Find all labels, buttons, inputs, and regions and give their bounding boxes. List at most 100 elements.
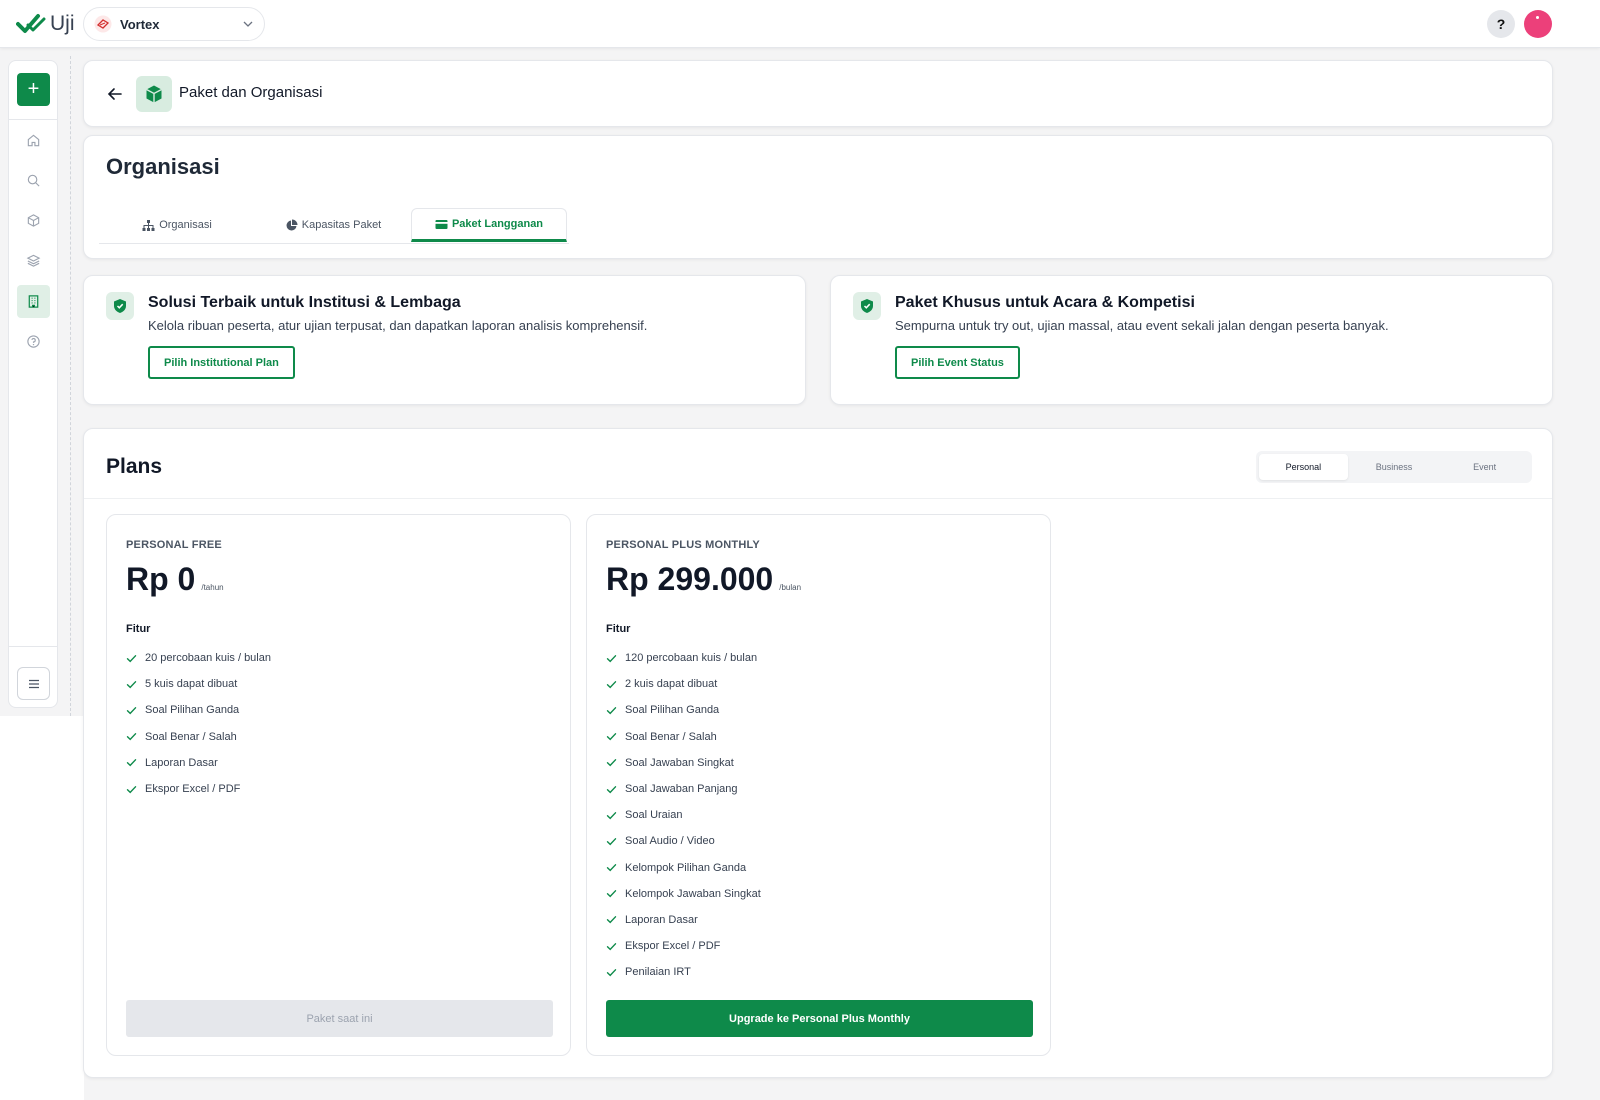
institution-promo-card: Solusi Terbaik untuk Institusi & Lembaga… — [83, 275, 806, 405]
feature-item: Soal Pilihan Ganda — [606, 697, 761, 723]
feature-label: 5 kuis dapat dibuat — [145, 678, 238, 691]
features-heading: Fitur — [606, 623, 631, 635]
sidebar-divider — [9, 646, 57, 647]
check-icon — [126, 733, 137, 741]
building-icon — [28, 295, 39, 308]
sidebar-item-search[interactable] — [17, 164, 50, 197]
choose-institutional-plan-button[interactable]: Pilih Institutional Plan — [148, 346, 295, 379]
check-icon — [606, 916, 617, 924]
check-icon — [606, 838, 617, 846]
tab-label: Paket Langganan — [451, 218, 544, 230]
sidebar-item-help[interactable] — [17, 325, 50, 358]
pie-chart-icon — [286, 219, 298, 230]
shield-icon — [106, 292, 134, 320]
feature-item: Soal Benar / Salah — [126, 724, 271, 750]
plan-card-personal-free: PERSONAL FREE Rp 0 /tahun Fitur 20 perco… — [106, 514, 571, 1056]
add-button[interactable]: + — [17, 73, 50, 106]
feature-item: Soal Jawaban Panjang — [606, 776, 761, 802]
feature-label: Soal Jawaban Panjang — [625, 783, 738, 796]
feature-label: Soal Jawaban Singkat — [625, 756, 734, 769]
plan-name: PERSONAL FREE — [126, 539, 222, 551]
feature-item: Ekspor Excel / PDF — [606, 933, 761, 959]
avatar[interactable] — [1524, 10, 1552, 38]
app-name: Uji — [50, 12, 75, 35]
plan-card-personal-plus-monthly: PERSONAL PLUS MONTHLY Rp 299.000 /bulan … — [586, 514, 1051, 1056]
check-icon — [606, 707, 617, 715]
check-icon — [606, 785, 617, 793]
promo-description: Sempurna untuk try out, ujian massal, at… — [895, 318, 1389, 333]
feature-item: 20 percobaan kuis / bulan — [126, 645, 271, 671]
help-button[interactable]: ? — [1487, 10, 1515, 38]
feature-item: Soal Audio / Video — [606, 828, 761, 854]
tab-paket-langganan[interactable]: Paket Langganan — [411, 208, 567, 242]
feature-label: Ekspor Excel / PDF — [625, 940, 721, 953]
feature-item: 2 kuis dapat dibuat — [606, 671, 761, 697]
check-icon — [606, 864, 617, 872]
check-icon — [606, 654, 617, 662]
feature-item: Ekspor Excel / PDF — [126, 776, 271, 802]
search-icon — [27, 174, 40, 187]
promo-title: Paket Khusus untuk Acara & Kompetisi — [895, 294, 1195, 311]
top-bar: Uji Vortex ? — [0, 0, 1600, 48]
sidebar-item-layers[interactable] — [17, 244, 50, 277]
home-icon — [27, 134, 40, 147]
chevron-down-icon — [242, 18, 254, 30]
organization-section: Organisasi Organisasi Kapasitas Paket Pa… — [83, 135, 1553, 259]
feature-item: Kelompok Jawaban Singkat — [606, 881, 761, 907]
current-plan-button: Paket saat ini — [126, 1000, 553, 1037]
promo-title: Solusi Terbaik untuk Institusi & Lembaga — [148, 294, 461, 311]
sitemap-icon — [142, 219, 155, 231]
feature-label: Soal Uraian — [625, 809, 683, 822]
choose-event-status-button[interactable]: Pilih Event Status — [895, 346, 1020, 379]
feature-label: Soal Benar / Salah — [145, 730, 237, 743]
back-arrow-icon[interactable] — [106, 85, 124, 103]
feature-item: Penilaian IRT — [606, 959, 761, 985]
sidebar-item-home[interactable] — [17, 124, 50, 157]
feature-label: Soal Audio / Video — [625, 835, 715, 848]
segment-event[interactable]: Event — [1440, 454, 1529, 480]
price-row: Rp 0 /tahun — [126, 561, 224, 598]
feature-list: 20 percobaan kuis / bulan 5 kuis dapat di… — [126, 645, 271, 802]
feature-item: Laporan Dasar — [126, 750, 271, 776]
menu-button[interactable] — [17, 667, 50, 700]
feature-item: Laporan Dasar — [606, 907, 761, 933]
check-icon — [606, 733, 617, 741]
check-icon — [126, 759, 137, 767]
app-logo[interactable]: Uji — [16, 10, 75, 38]
check-icon — [606, 968, 617, 977]
feature-label: Soal Benar / Salah — [625, 730, 717, 743]
help-circle-icon — [27, 335, 40, 348]
check-icon — [606, 680, 617, 689]
check-icon — [126, 707, 137, 715]
feature-label: Laporan Dasar — [145, 756, 218, 769]
feature-item: Soal Benar / Salah — [606, 724, 761, 750]
plan-type-segmented-control: Personal Business Event — [1256, 451, 1532, 483]
upgrade-button[interactable]: Upgrade ke Personal Plus Monthly — [606, 1000, 1033, 1037]
section-title: Organisasi — [106, 154, 220, 179]
sidebar-item-organization[interactable] — [17, 285, 50, 318]
price-row: Rp 299.000 /bulan — [606, 561, 801, 598]
segment-personal[interactable]: Personal — [1259, 454, 1348, 480]
sidebar-item-packages[interactable] — [17, 204, 50, 237]
segment-business[interactable]: Business — [1350, 454, 1439, 480]
tab-organisasi[interactable]: Organisasi — [99, 208, 255, 242]
cube-icon — [27, 214, 40, 227]
tab-label: Organisasi — [159, 219, 212, 231]
features-heading: Fitur — [126, 623, 151, 635]
event-promo-card: Paket Khusus untuk Acara & Kompetisi Sem… — [830, 275, 1553, 405]
feature-item: Kelompok Pilihan Ganda — [606, 855, 761, 881]
check-icon — [126, 680, 137, 689]
tab-kapasitas-paket[interactable]: Kapasitas Paket — [255, 208, 411, 242]
plan-price: Rp 299.000 — [606, 561, 774, 597]
tab-label: Kapasitas Paket — [301, 219, 382, 231]
feature-label: Ekspor Excel / PDF — [145, 783, 241, 796]
feature-item: 5 kuis dapat dibuat — [126, 671, 271, 697]
promo-description: Kelola ribuan peserta, atur ujian terpus… — [148, 318, 648, 333]
sidebar-resize-handle[interactable] — [70, 56, 71, 716]
organization-icon — [94, 15, 112, 33]
package-icon — [136, 76, 172, 112]
plans-title: Plans — [106, 455, 163, 478]
organization-selector[interactable]: Vortex — [83, 7, 265, 41]
feature-item: Soal Uraian — [606, 802, 761, 828]
feature-label: Soal Pilihan Ganda — [625, 704, 720, 717]
